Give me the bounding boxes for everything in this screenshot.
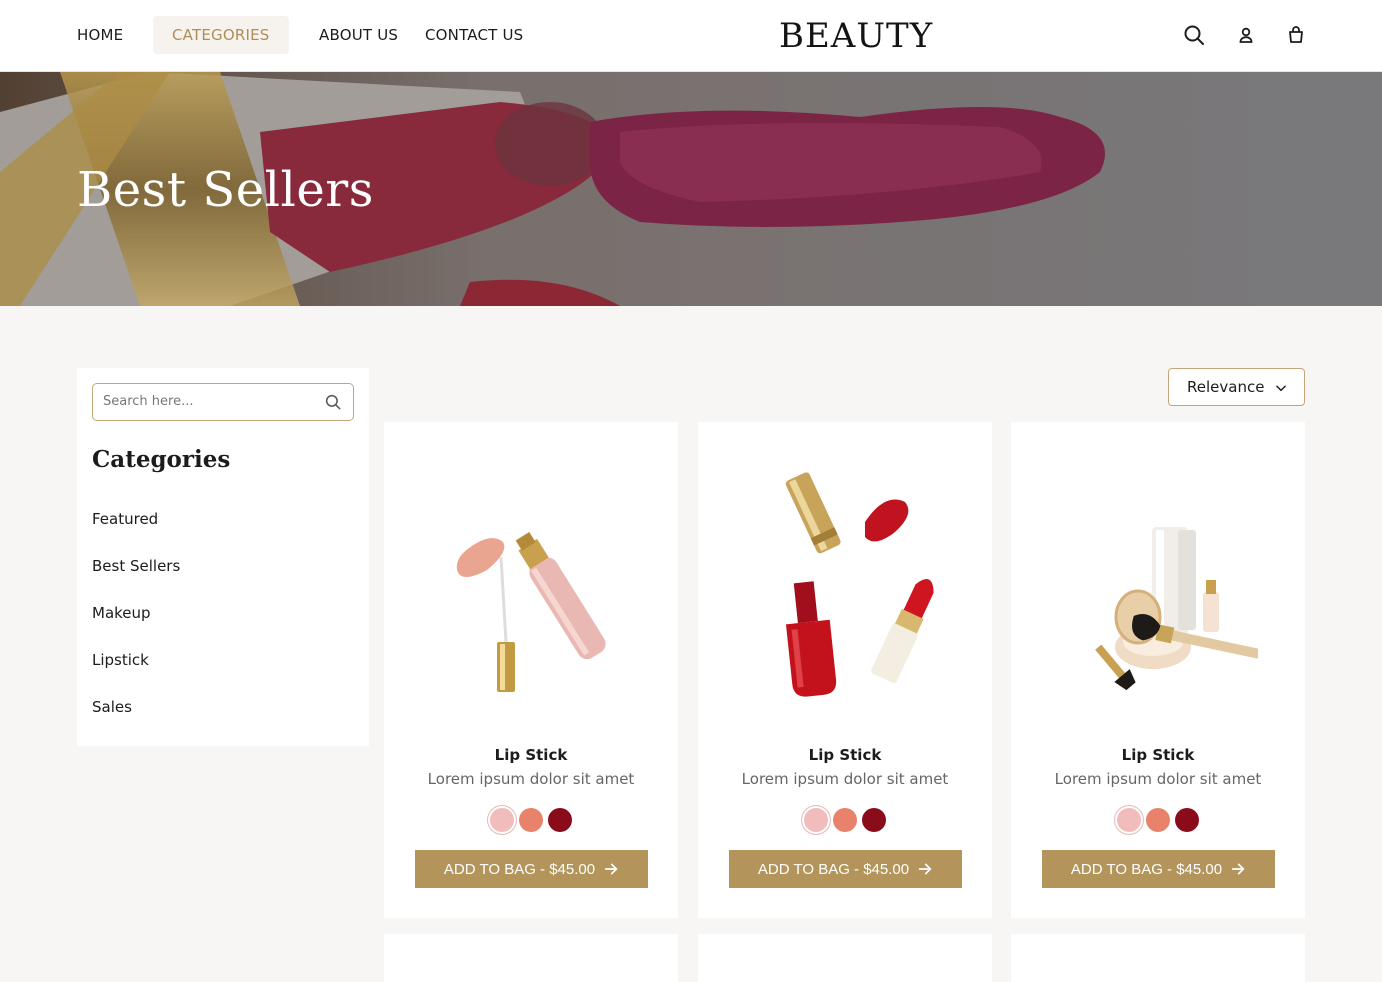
arrow-right-icon: [1231, 863, 1245, 875]
category-best-sellers[interactable]: Best Sellers: [92, 557, 180, 575]
search-box[interactable]: [92, 383, 354, 421]
search-input[interactable]: [103, 384, 313, 419]
shopping-bag-icon[interactable]: [1284, 22, 1308, 48]
sort-dropdown[interactable]: Relevance: [1168, 368, 1305, 406]
add-to-bag-button[interactable]: ADD TO BAG - $45.00: [1042, 850, 1275, 888]
swatch-burgundy[interactable]: [548, 808, 572, 832]
nav-categories[interactable]: CATEGORIES: [153, 16, 289, 54]
hero-title: Best Sellers: [77, 162, 374, 218]
category-makeup[interactable]: Makeup: [92, 604, 151, 622]
nav-about[interactable]: ABOUT US: [319, 16, 398, 54]
product-card[interactable]: [698, 934, 992, 982]
site-header: HOME CATEGORIES ABOUT US CONTACT US BEAU…: [0, 0, 1382, 72]
arrow-right-icon: [918, 863, 932, 875]
sidebar-panel: Categories Featured Best Sellers Makeup …: [77, 368, 369, 746]
add-to-bag-button[interactable]: ADD TO BAG - $45.00: [729, 850, 962, 888]
makeup-set-product-image: [1095, 527, 1258, 691]
product-name: Lip Stick: [494, 746, 568, 764]
search-icon[interactable]: [324, 393, 342, 411]
category-featured[interactable]: Featured: [92, 510, 158, 528]
swatch-pink[interactable]: [804, 808, 828, 832]
color-swatches: [1011, 808, 1305, 834]
color-swatches: [698, 808, 992, 834]
add-to-bag-label: ADD TO BAG - $45.00: [1070, 860, 1223, 878]
product-card[interactable]: Lip Stick Lorem ipsum dolor sit amet ADD…: [384, 422, 678, 918]
product-description: Lorem ipsum dolor sit amet: [741, 770, 949, 788]
chevron-down-icon: [1276, 385, 1286, 392]
swatch-burgundy[interactable]: [1175, 808, 1199, 832]
add-to-bag-label: ADD TO BAG - $45.00: [443, 860, 596, 878]
swatch-pink[interactable]: [1117, 808, 1141, 832]
sort-label: Relevance: [1187, 378, 1265, 396]
category-sales[interactable]: Sales: [92, 698, 132, 716]
product-card[interactable]: [1011, 934, 1305, 982]
swatch-coral[interactable]: [519, 808, 543, 832]
product-description: Lorem ipsum dolor sit amet: [427, 770, 635, 788]
user-icon[interactable]: [1234, 22, 1258, 48]
product-card[interactable]: [384, 934, 678, 982]
arrow-right-icon: [604, 863, 618, 875]
search-icon[interactable]: [1182, 22, 1206, 48]
category-lipstick[interactable]: Lipstick: [92, 651, 149, 669]
lipstick-nail-polish-product-image: [785, 472, 934, 697]
categories-heading: Categories: [92, 446, 231, 473]
product-card[interactable]: Lip Stick Lorem ipsum dolor sit amet ADD…: [1011, 422, 1305, 918]
swatch-burgundy[interactable]: [862, 808, 886, 832]
hero-banner: Best Sellers: [0, 72, 1382, 306]
product-name: Lip Stick: [1121, 746, 1195, 764]
product-name: Lip Stick: [808, 746, 882, 764]
swatch-coral[interactable]: [1146, 808, 1170, 832]
swatch-pink[interactable]: [490, 808, 514, 832]
nav-contact[interactable]: CONTACT US: [425, 16, 523, 54]
site-logo[interactable]: BEAUTY: [779, 16, 933, 56]
add-to-bag-label: ADD TO BAG - $45.00: [757, 860, 910, 878]
nav-home[interactable]: HOME: [77, 16, 123, 54]
product-card[interactable]: Lip Stick Lorem ipsum dolor sit amet ADD…: [698, 422, 992, 918]
product-description: Lorem ipsum dolor sit amet: [1054, 770, 1262, 788]
lip-gloss-product-image: [456, 531, 606, 692]
swatch-coral[interactable]: [833, 808, 857, 832]
add-to-bag-button[interactable]: ADD TO BAG - $45.00: [415, 850, 648, 888]
color-swatches: [384, 808, 678, 834]
